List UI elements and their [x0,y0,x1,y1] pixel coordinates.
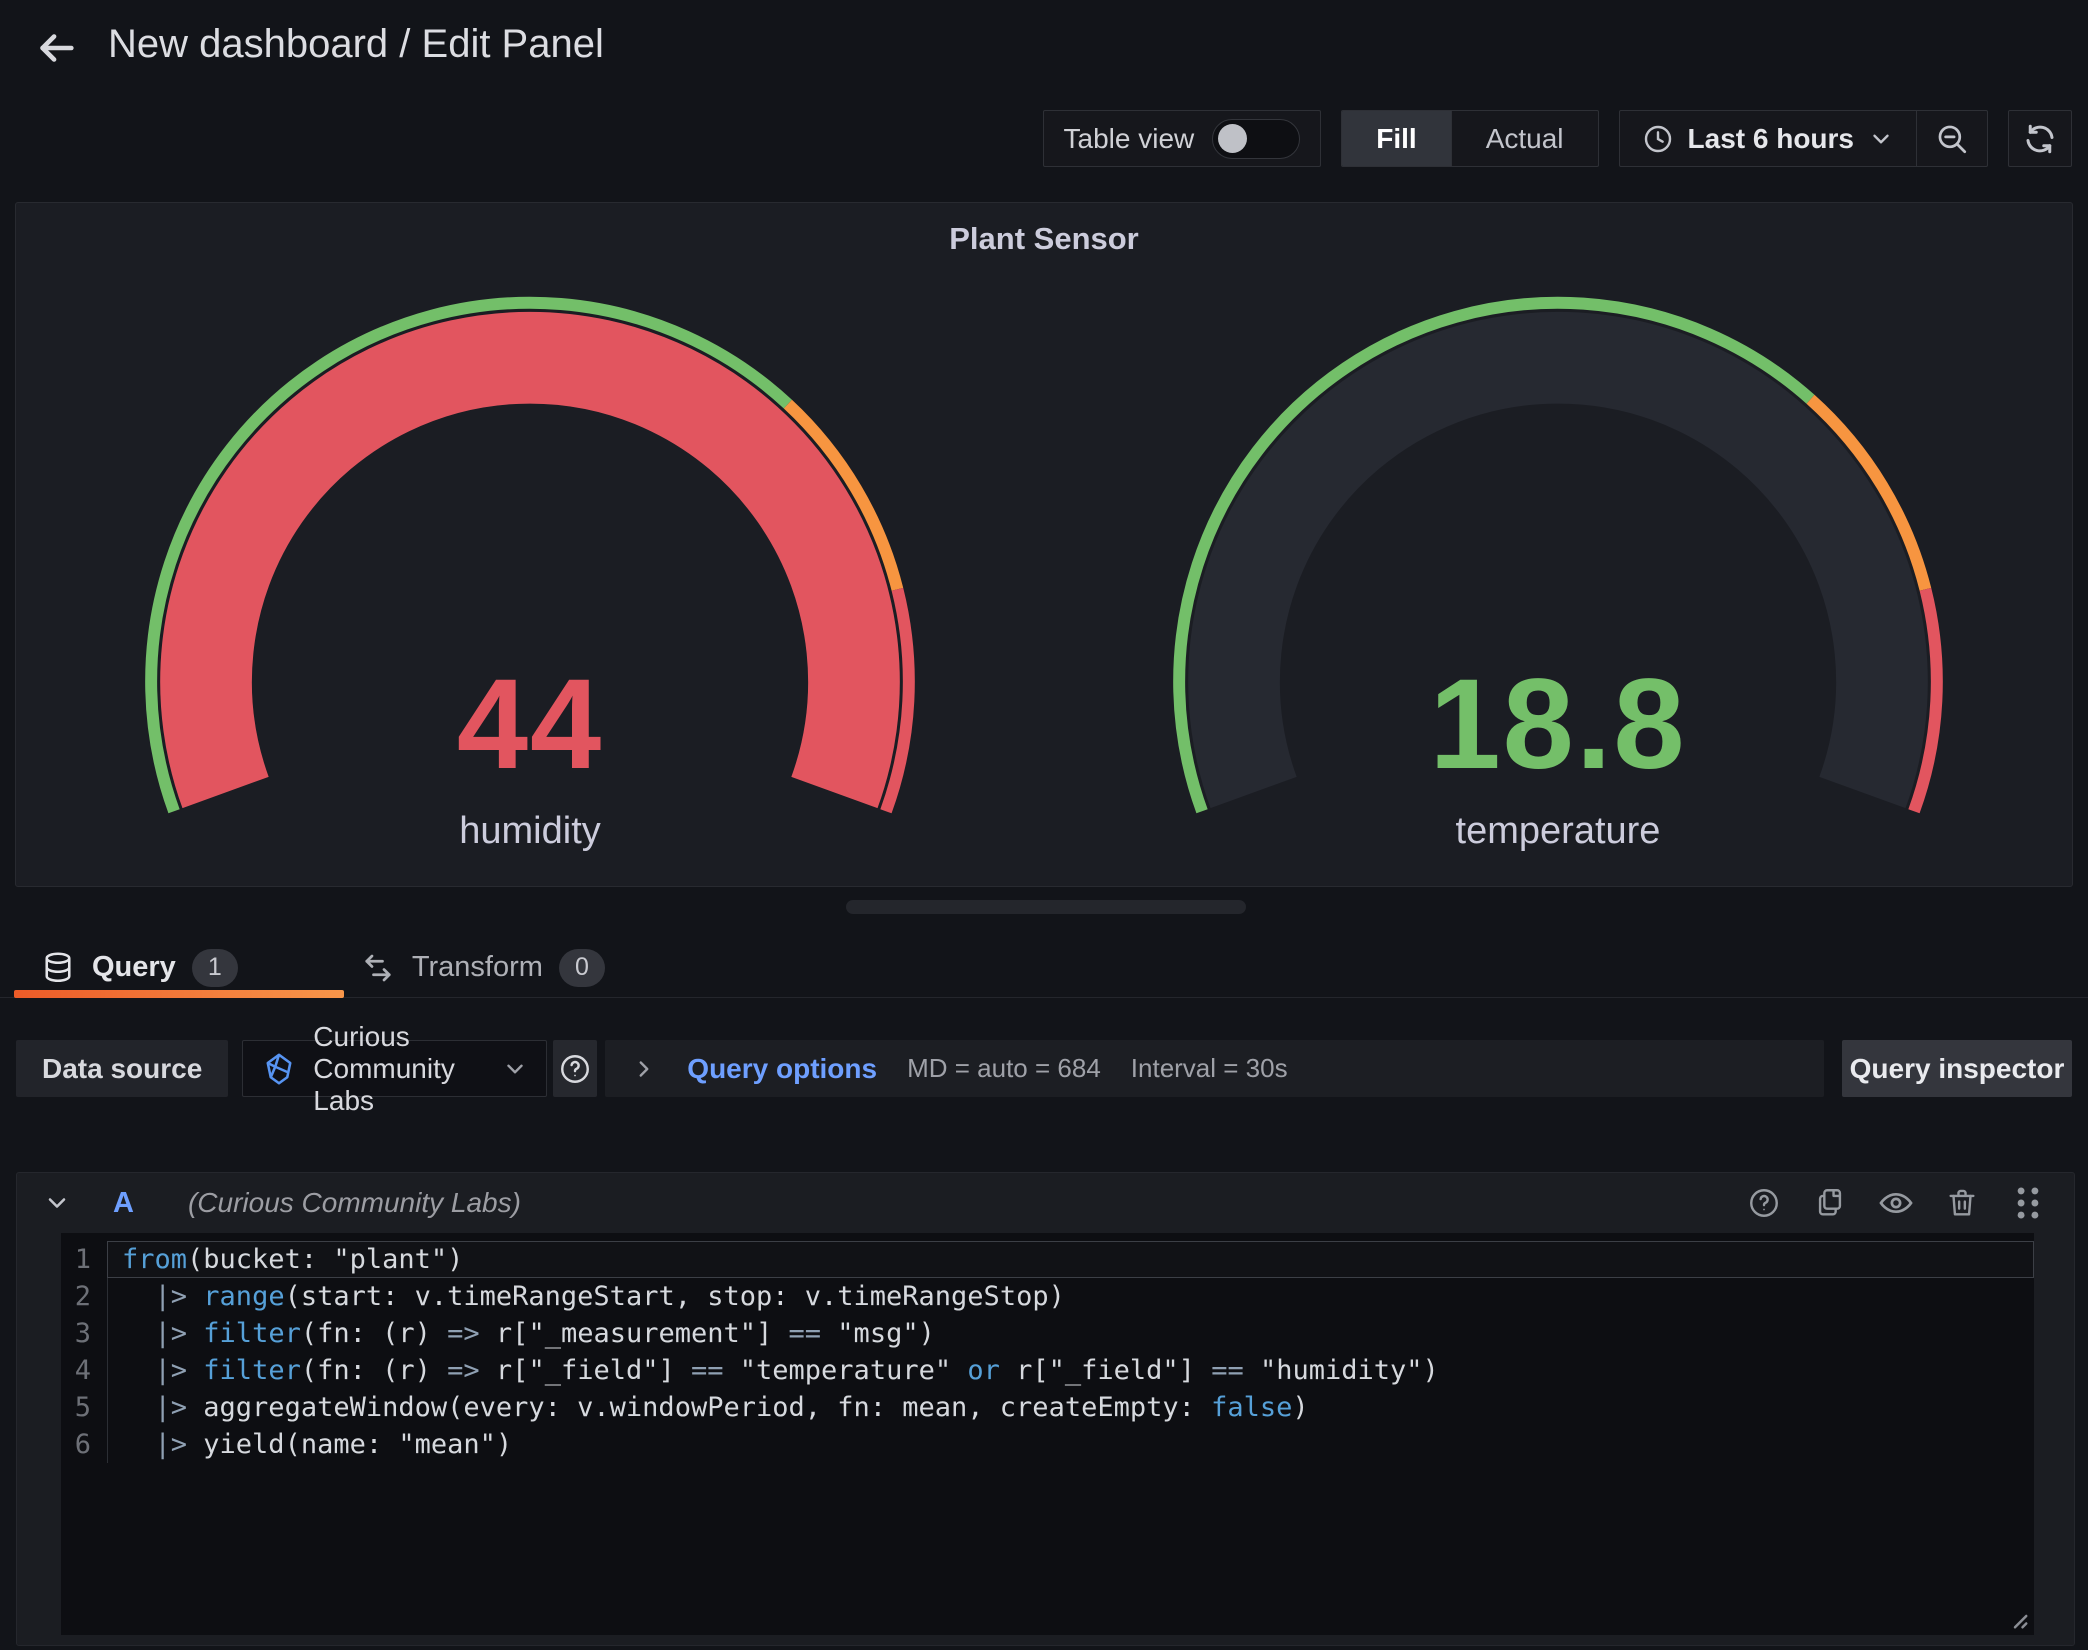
code-line[interactable]: 5 |> aggregateWindow(every: v.windowPeri… [61,1389,2034,1426]
query-editor-container: A (Curious Community Labs) [16,1172,2075,1646]
code-line[interactable]: 1from(bucket: "plant") [61,1241,2034,1278]
query-options-link[interactable]: Query options [687,1053,877,1085]
eye-icon [1877,1184,1915,1222]
page-title: New dashboard / Edit Panel [108,22,604,67]
interval-text: Interval = 30s [1131,1053,1288,1084]
drag-handle-icon[interactable] [2008,1183,2048,1223]
datasource-row: Data source Curious Community Labs Query… [16,1040,2072,1097]
arrow-left-icon [33,25,79,71]
line-number: 2 [61,1278,107,1315]
query-options-bar: Query options MD = auto = 684 Interval =… [605,1040,1824,1097]
chevron-down-icon [502,1056,528,1082]
gauge-label-temperature: temperature [1044,810,2072,853]
max-data-points-text: MD = auto = 684 [907,1053,1101,1084]
query-datasource-hint: (Curious Community Labs) [188,1187,521,1219]
time-range-group: Last 6 hours [1619,110,1988,167]
code-line-content[interactable]: |> filter(fn: (r) => r["_field"] == "tem… [107,1352,2034,1389]
fill-actual-segmented: Fill Actual [1341,110,1598,167]
delete-query-button[interactable] [1942,1183,1982,1223]
tab-query[interactable]: Query 1 [34,938,244,997]
active-tab-underline [14,990,344,998]
query-ref-id: A [113,1187,134,1220]
query-inspector-button[interactable]: Query inspector [1842,1040,2072,1097]
grafana-edit-panel-screen: New dashboard / Edit Panel Table view Fi… [0,0,2088,1650]
clock-icon [1642,123,1674,155]
chevron-down-icon [1868,126,1894,152]
datasource-label: Data source [16,1040,228,1097]
code-line[interactable]: 3 |> filter(fn: (r) => r["_measurement"]… [61,1315,2034,1352]
copy-icon [1813,1186,1847,1220]
line-number: 3 [61,1315,107,1352]
panel-toolbar: Table view Fill Actual Last 6 hours [1043,110,2073,167]
code-line-content[interactable]: from(bucket: "plant") [107,1241,2034,1278]
line-number: 6 [61,1426,107,1463]
help-circle-icon [1747,1186,1781,1220]
panel-title: Plant Sensor [16,221,2072,257]
gauge-value-humidity: 44 [16,651,1044,798]
toggle-visibility-button[interactable] [1876,1183,1916,1223]
back-button[interactable] [30,22,82,74]
code-line-content[interactable]: |> aggregateWindow(every: v.windowPeriod… [107,1389,2034,1426]
refresh-group [2008,110,2072,167]
refresh-button[interactable] [2009,111,2071,166]
gauge-humidity: 44 humidity [16,261,1044,886]
tab-transform-label: Transform [412,951,543,984]
tab-transform[interactable]: Transform 0 [354,938,611,997]
tab-transform-badge: 0 [559,949,605,987]
panel-resize-handle[interactable] [846,900,1246,914]
code-line-content[interactable]: |> filter(fn: (r) => r["_measurement"] =… [107,1315,2034,1352]
duplicate-query-button[interactable] [1810,1183,1850,1223]
panel-plant-sensor[interactable]: Plant Sensor 44 humidity 18.8 temperatur… [15,202,2073,887]
editor-tabs: Query 1 Transform 0 [0,938,2088,998]
gauges-container: 44 humidity 18.8 temperature [16,261,2072,886]
fill-option[interactable]: Fill [1342,111,1450,166]
query-help-button[interactable] [1744,1183,1784,1223]
chevron-down-icon[interactable] [43,1189,71,1217]
code-lines: 1from(bucket: "plant")2 |> range(start: … [61,1241,2034,1463]
actual-option[interactable]: Actual [1452,111,1598,166]
code-line[interactable]: 6 |> yield(name: "mean") [61,1426,2034,1463]
table-view-label: Table view [1064,123,1195,155]
transform-icon [360,950,396,986]
code-line-content[interactable]: |> yield(name: "mean") [107,1426,2034,1463]
datasource-picker[interactable]: Curious Community Labs [242,1040,547,1097]
gauge-label-humidity: humidity [16,810,1044,853]
code-line-content[interactable]: |> range(start: v.timeRangeStart, stop: … [107,1278,2034,1315]
query-actions [1744,1183,2048,1223]
table-view-group: Table view [1043,110,1322,167]
table-view-toggle[interactable] [1212,119,1300,159]
time-range-label: Last 6 hours [1688,123,1854,155]
actual-label: Actual [1486,123,1564,155]
search-minus-icon [1935,122,1969,156]
code-line[interactable]: 2 |> range(start: v.timeRangeStart, stop… [61,1278,2034,1315]
line-number: 5 [61,1389,107,1426]
gauge-temperature: 18.8 temperature [1044,261,2072,886]
toggle-knob [1218,124,1247,153]
query-row-header[interactable]: A (Curious Community Labs) [17,1173,2074,1233]
line-number: 1 [61,1241,107,1278]
refresh-icon [2022,121,2058,157]
fill-label: Fill [1376,123,1416,155]
datasource-help-button[interactable] [553,1040,597,1097]
flux-code-editor[interactable]: 1from(bucket: "plant")2 |> range(start: … [61,1233,2034,1635]
gauge-value-temperature: 18.8 [1044,651,2072,798]
zoom-out-time-button[interactable] [1917,111,1987,166]
chevron-right-icon[interactable] [631,1056,657,1082]
trash-icon [1945,1186,1979,1220]
help-circle-icon [558,1052,592,1086]
tab-query-badge: 1 [192,949,238,987]
time-range-picker[interactable]: Last 6 hours [1620,111,1916,166]
code-line[interactable]: 4 |> filter(fn: (r) => r["_field"] == "t… [61,1352,2034,1389]
tab-query-label: Query [92,951,176,984]
database-icon [40,950,76,986]
datasource-cube-icon [261,1051,297,1087]
datasource-name: Curious Community Labs [313,1021,486,1117]
resize-grip-icon[interactable] [2000,1601,2030,1631]
line-number: 4 [61,1352,107,1389]
